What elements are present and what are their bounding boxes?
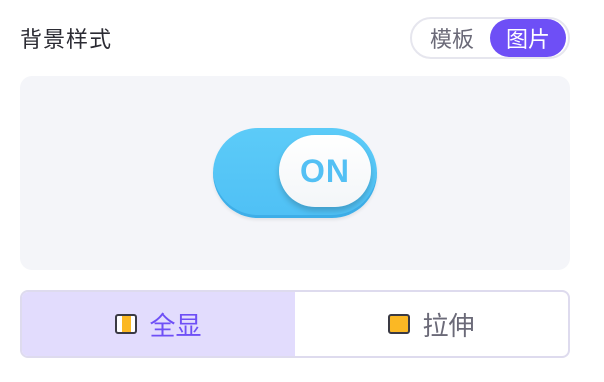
fit-image-icon <box>115 314 138 334</box>
display-mode-group: 全显 拉伸 <box>20 290 570 358</box>
mode-fit-label: 全显 <box>149 311 202 342</box>
background-style-panel: 背景样式 模板 图片 ON 全显 拉伸 <box>0 0 604 382</box>
panel-header: 背景样式 模板 图片 <box>20 14 570 62</box>
stretch-image-icon <box>388 314 411 334</box>
mode-stretch-label: 拉伸 <box>422 311 475 342</box>
toggle-knob: ON <box>279 135 371 207</box>
toggle-label: ON <box>300 152 350 189</box>
mode-fit-button[interactable]: 全显 <box>22 292 295 356</box>
source-segmented-control: 模板 图片 <box>409 17 570 59</box>
section-title: 背景样式 <box>20 28 113 53</box>
tab-template[interactable]: 模板 <box>414 19 490 57</box>
mode-stretch-button[interactable]: 拉伸 <box>295 292 568 356</box>
toggle-switch-image: ON <box>213 128 377 218</box>
image-preview[interactable]: ON <box>20 76 570 270</box>
tab-image[interactable]: 图片 <box>489 19 566 57</box>
